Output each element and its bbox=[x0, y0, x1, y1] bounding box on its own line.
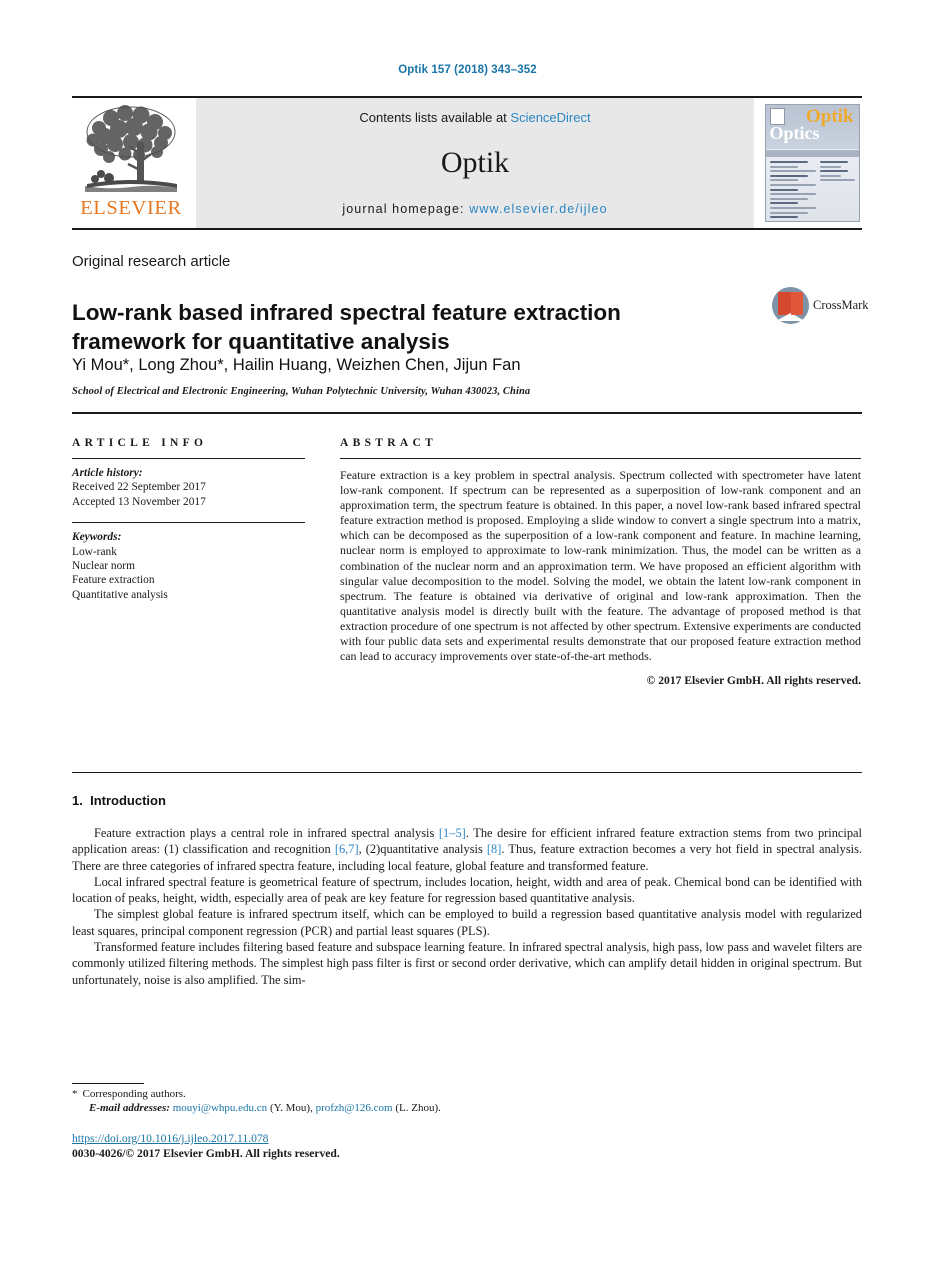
body-text-run: Feature extraction plays a central role … bbox=[94, 826, 439, 840]
crossmark-label: CrossMark bbox=[813, 298, 869, 312]
citation-link[interactable]: [1–5] bbox=[439, 826, 466, 840]
elsevier-logo: ELSEVIER bbox=[72, 98, 190, 228]
cover-subtitle-bar bbox=[765, 150, 859, 157]
body-paragraph: Transformed feature includes filtering b… bbox=[72, 939, 862, 988]
running-head-citation: Optik 157 (2018) 343–352 bbox=[398, 64, 537, 76]
body-text: Feature extraction plays a central role … bbox=[72, 825, 862, 988]
article-history-label: Article history: bbox=[72, 467, 143, 479]
email-note: E-mail addresses: mouyi@whpu.edu.cn (Y. … bbox=[72, 1101, 572, 1115]
body-text-run: Local infrared spectral feature is geome… bbox=[72, 874, 862, 906]
body-text-run: , (2)quantitative analysis bbox=[358, 842, 487, 857]
crossmark-icon bbox=[772, 287, 809, 324]
article-page: Optik 157 (2018) 343–352 ELSEVIER Conten… bbox=[0, 0, 935, 1266]
article-type-label: Original research article bbox=[72, 253, 231, 270]
footnote-block: * Corresponding authors. E-mail addresses… bbox=[72, 1087, 572, 1115]
citation-link[interactable]: [8] bbox=[487, 842, 501, 856]
keyword-item: Nuclear norm bbox=[72, 560, 135, 573]
abstract-copyright: © 2017 Elsevier GmbH. All rights reserve… bbox=[646, 674, 861, 688]
crossmark-badge[interactable]: CrossMark bbox=[772, 287, 869, 324]
keywords-label: Keywords: bbox=[72, 531, 122, 544]
keywords-group: Keywords: Low-rank Nuclear norm Feature … bbox=[72, 530, 305, 602]
abstract-column: ABSTRACT Feature extraction is a key pro… bbox=[340, 437, 861, 687]
keyword-item: Quantitative analysis bbox=[72, 588, 168, 601]
homepage-prefix: journal homepage: bbox=[342, 202, 470, 216]
divider-after-abstract bbox=[72, 772, 862, 773]
corresponding-author-text: Corresponding authors. bbox=[82, 1088, 186, 1100]
email-owner-1: (Y. Mou), bbox=[269, 1102, 313, 1114]
body-text-run: The simplest global feature is infrared … bbox=[72, 907, 862, 938]
keyword-item: Feature extraction bbox=[72, 574, 155, 587]
doi-link[interactable]: https://doi.org/10.1016/j.ijleo.2017.11.… bbox=[72, 1131, 340, 1146]
footnote-divider bbox=[72, 1083, 144, 1084]
article-accepted-date: Accepted 13 November 2017 bbox=[72, 495, 206, 508]
cover-image: Optik Optics bbox=[764, 104, 860, 222]
article-info-column: ARTICLE INFO Article history: Received 2… bbox=[72, 437, 305, 602]
cover-header: Optik Optics bbox=[765, 105, 859, 149]
issn-copyright-line: 0030-4026/© 2017 Elsevier GmbH. All righ… bbox=[72, 1147, 340, 1160]
author-list: Yi Mou*, Long Zhou*, Hailin Huang, Weizh… bbox=[72, 356, 521, 374]
article-received-date: Received 22 September 2017 bbox=[72, 481, 206, 494]
corresponding-author-note: * Corresponding authors. bbox=[72, 1087, 572, 1101]
section-number: 1. bbox=[72, 793, 83, 808]
body-paragraph: The simplest global feature is infrared … bbox=[72, 906, 862, 939]
article-info-heading: ARTICLE INFO bbox=[72, 437, 208, 449]
journal-title: Optik bbox=[440, 145, 510, 179]
divider-abstract-top bbox=[340, 458, 861, 459]
citation-link[interactable]: [6,7] bbox=[335, 842, 359, 856]
body-paragraph: Feature extraction plays a central role … bbox=[72, 825, 862, 874]
article-history-group: Article history: Received 22 September 2… bbox=[72, 466, 305, 509]
cover-column-right bbox=[820, 161, 855, 221]
journal-homepage-line: journal homepage: www.elsevier.de/ijleo bbox=[342, 202, 607, 216]
page-title: Low-rank based infrared spectral feature… bbox=[72, 300, 621, 355]
journal-homepage-link[interactable]: www.elsevier.de/ijleo bbox=[469, 202, 607, 216]
abstract-heading: ABSTRACT bbox=[340, 437, 438, 449]
contents-available-line: Contents lists available at ScienceDirec… bbox=[359, 110, 590, 125]
elsevier-tree-icon bbox=[85, 105, 177, 192]
email-link-1[interactable]: mouyi@whpu.edu.cn bbox=[173, 1102, 267, 1114]
divider-info-mid bbox=[72, 522, 305, 524]
journal-masthead: ELSEVIER Contents lists available at Sci… bbox=[72, 96, 862, 230]
abstract-body: Feature extraction is a key problem in s… bbox=[340, 468, 861, 664]
cover-contents-preview bbox=[766, 159, 859, 221]
body-text-run: Transformed feature includes filtering b… bbox=[72, 940, 862, 987]
body-paragraph: Local infrared spectral feature is geome… bbox=[72, 874, 862, 907]
section-heading-introduction: 1. Introduction bbox=[72, 793, 166, 808]
doi-block: https://doi.org/10.1016/j.ijleo.2017.11.… bbox=[72, 1131, 340, 1161]
cover-title-secondary: Optics bbox=[769, 123, 820, 143]
section-title: Introduction bbox=[90, 793, 166, 808]
cover-column-left bbox=[769, 161, 817, 221]
journal-cover-thumbnail: Optik Optics bbox=[762, 98, 862, 228]
keyword-item: Low-rank bbox=[72, 545, 117, 558]
email-owner-2: (L. Zhou). bbox=[395, 1102, 441, 1114]
divider-after-affiliation bbox=[72, 412, 862, 414]
contents-band: Contents lists available at ScienceDirec… bbox=[196, 98, 754, 228]
elsevier-wordmark: ELSEVIER bbox=[80, 197, 182, 219]
contents-prefix: Contents lists available at bbox=[359, 110, 511, 125]
email-label: E-mail addresses: bbox=[89, 1102, 170, 1114]
asterisk-icon: * bbox=[72, 1088, 78, 1100]
affiliation: School of Electrical and Electronic Engi… bbox=[72, 386, 531, 397]
divider-info-top bbox=[72, 458, 305, 459]
sciencedirect-link[interactable]: ScienceDirect bbox=[510, 110, 590, 125]
email-link-2[interactable]: profzh@126.com bbox=[316, 1102, 393, 1114]
